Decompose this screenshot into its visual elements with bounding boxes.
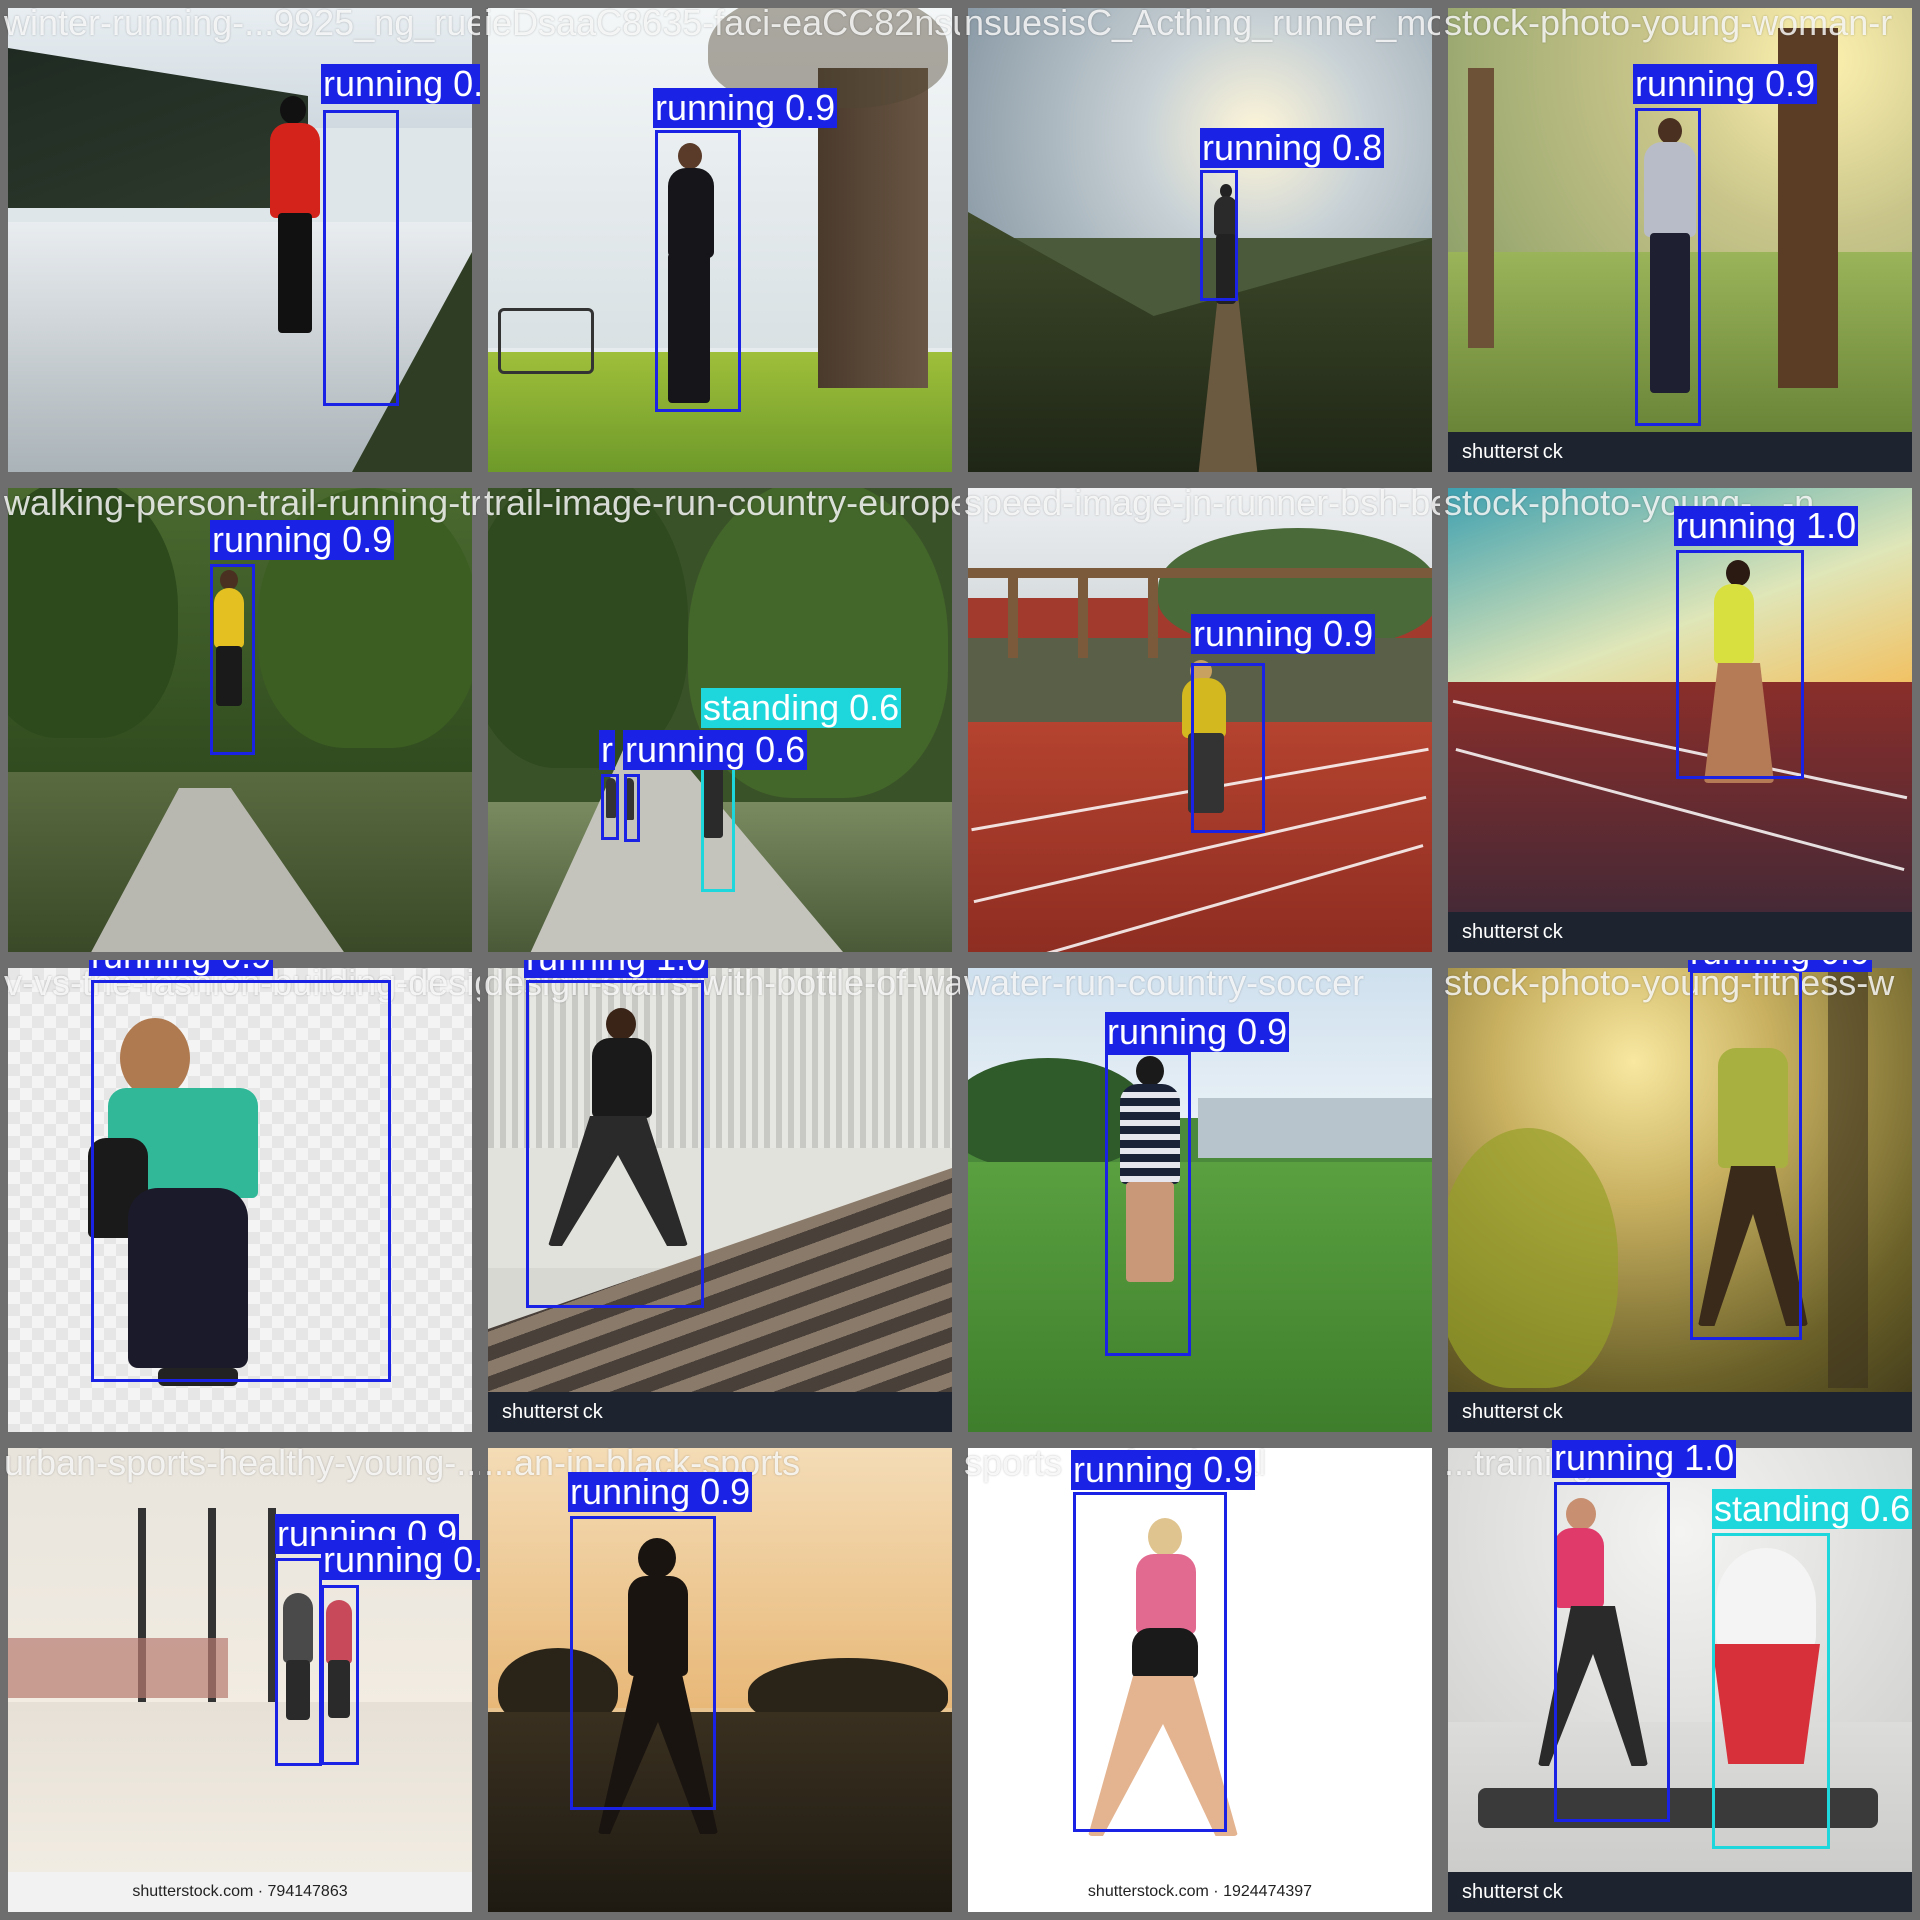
detection-box <box>655 130 741 412</box>
detection-label: running 0.8 <box>1200 127 1385 168</box>
grid-cell: shutterst ck stock-photo-young-...-n run… <box>1440 480 1920 960</box>
watermark-bar: shutterstock.com · 794147863 <box>8 1872 472 1912</box>
detection-box <box>1105 1052 1191 1356</box>
grid-cell: winter-running-...9925_ng_ruesaaC8635-fa… <box>0 0 480 480</box>
grid-cell: shutterst ck stock-photo-young-fitness-w… <box>1440 960 1920 1440</box>
grid-cell: walking-person-trail-running-trail-image… <box>0 480 480 960</box>
detection-label: running 0.9 <box>1071 1449 1256 1490</box>
image-filename: water-run-country-soccer <box>964 962 1365 1003</box>
image-filename: ieDsaaC8635-faci-eaCC82nsuesisC... <box>484 2 960 43</box>
detection-label: r <box>599 729 615 770</box>
detection-label: running 0.9 <box>89 960 274 976</box>
detection-label: running 1.0 <box>1674 505 1859 546</box>
detection-label: running 0.9 <box>568 1471 753 1512</box>
detection-label: standing 0.6 <box>1712 1488 1913 1529</box>
detection-label: running 0.9 <box>1105 1011 1290 1052</box>
detection-box <box>275 1558 322 1766</box>
detection-box <box>91 980 391 1382</box>
photo <box>488 1448 952 1912</box>
grid-cell: shutterst ck stock-photo-young-woman-r r… <box>1440 0 1920 480</box>
grid-cell: v-vs-the-fashion-building-design running… <box>0 960 480 1440</box>
detection-label: running 1.0 <box>524 960 709 978</box>
detection-label: running 0.9 <box>653 87 838 128</box>
detection-box <box>210 564 255 755</box>
image-filename: urban-sports-healthy-young-... <box>4 1442 480 1483</box>
detection-box <box>624 774 640 842</box>
image-filename: speed-image-jn-runner-bsh-belgium <box>964 482 1440 523</box>
watermark-bar: shutterst ck <box>1448 432 1912 472</box>
detection-box <box>1635 108 1701 426</box>
grid-cell: nsuesisC_Acthing_runner_morning-nature-y… <box>960 0 1440 480</box>
grid-cell: shutterstock.com · 794147863 urban-sport… <box>0 1440 480 1920</box>
image-filename: nsuesisC_Acthing_runner_morning-nature-y <box>964 2 1440 43</box>
detection-label: running 0.9 <box>321 64 480 104</box>
image-filename: stock-photo-young-woman-r <box>1444 2 1893 43</box>
watermark-bar: shutterstock.com · 1924474397 <box>968 1872 1432 1912</box>
image-filename: walking-person-trail-running-trail-image <box>4 482 480 523</box>
detection-box <box>1554 1482 1670 1822</box>
detection-grid: winter-running-...9925_ng_ruesaaC8635-fa… <box>0 0 1920 1920</box>
detection-box <box>601 774 619 840</box>
detection-box <box>1676 550 1804 779</box>
detection-label: running 0.9 <box>321 1540 480 1580</box>
detection-label: running 0.9 <box>1191 613 1376 654</box>
detection-box <box>1191 663 1265 833</box>
detection-box <box>323 110 399 406</box>
watermark-bar: shutterst ck <box>1448 1872 1912 1912</box>
detection-label: standing 0.6 <box>701 687 902 728</box>
detection-box <box>1712 1533 1830 1849</box>
grid-cell: speed-image-jn-runner-bsh-belgium runnin… <box>960 480 1440 960</box>
image-filename: trail-image-run-country-europe-image <box>484 482 960 523</box>
image-filename: winter-running-...9925_ng_ruesaaC8635-fa… <box>4 2 480 43</box>
detection-label: running 1.0 <box>1552 1440 1737 1478</box>
grid-cell: ...an-in-black-sports running 0.9 <box>480 1440 960 1920</box>
grid-cell: ieDsaaC8635-faci-eaCC82nsuesisC... runni… <box>480 0 960 480</box>
detection-label: running 0.9 <box>1633 63 1818 104</box>
watermark-bar: shutterst ck <box>1448 1392 1912 1432</box>
detection-label: running 0.6 <box>623 729 808 770</box>
detection-label: running 0.9 <box>210 519 395 560</box>
grid-cell: water-run-country-soccer running 0.9 <box>960 960 1440 1440</box>
detection-box <box>1073 1492 1227 1832</box>
detection-box <box>526 980 704 1308</box>
detection-box <box>570 1516 716 1810</box>
detection-label: running 0.9 <box>1688 960 1873 972</box>
detection-box <box>321 1585 359 1765</box>
grid-cell: trail-image-run-country-europe-image sta… <box>480 480 960 960</box>
detection-box <box>1200 170 1238 301</box>
detection-box <box>1690 970 1802 1340</box>
grid-cell: shutterst ck design-stairs-with-bottle-o… <box>480 960 960 1440</box>
grid-cell: shutterst ck ...training-s running 1.0 s… <box>1440 1440 1920 1920</box>
watermark-bar: shutterst ck <box>1448 912 1912 952</box>
watermark-bar: shutterst ck <box>488 1392 952 1432</box>
photo <box>1448 968 1912 1432</box>
detection-box <box>701 765 735 892</box>
grid-cell: shutterstock.com · 1924474397 sports pro… <box>960 1440 1440 1920</box>
